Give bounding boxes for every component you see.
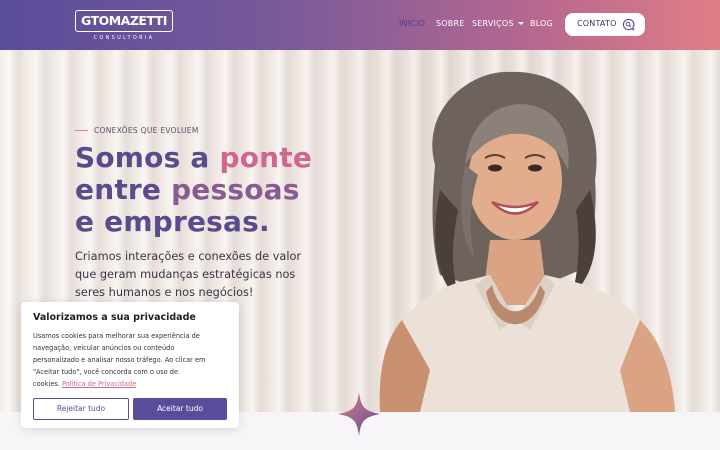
headline-text: entre bbox=[75, 173, 172, 206]
cookie-text-line: personalizado e analisar nosso tráfego. … bbox=[33, 356, 206, 364]
headline-highlight: empresas. bbox=[104, 205, 270, 238]
headline-highlight: ponte bbox=[219, 141, 313, 174]
contact-button-label: CONTATO bbox=[577, 19, 617, 28]
site-header: GTOMAZETTI CONSULTORIA INÍCIO SOBRE SERV… bbox=[0, 0, 720, 50]
sparkle-star-icon bbox=[338, 392, 380, 436]
cookie-description: Usamos cookies para melhorar sua experiê… bbox=[33, 330, 233, 390]
cookie-consent-banner: Valorizamos a sua privacidade Usamos coo… bbox=[21, 302, 239, 428]
subtext-line: que geram mudanças estratégicas nos bbox=[75, 268, 296, 281]
chevron-down-icon bbox=[517, 22, 524, 25]
nav-item-servicos-label: SERVIÇOS bbox=[472, 19, 514, 28]
chat-search-icon bbox=[622, 18, 635, 31]
subtext-line: Criamos interações e conexões de valor bbox=[75, 250, 302, 263]
hero-headline: Somos a ponte entre pessoas e empresas. bbox=[75, 142, 355, 238]
cookie-text-line: cookies. bbox=[33, 380, 63, 388]
nav-item-blog[interactable]: BLOG bbox=[530, 19, 553, 28]
reject-all-button[interactable]: Rejeitar tudo bbox=[33, 398, 129, 420]
hero-subtext: Criamos interações e conexões de valor q… bbox=[75, 248, 305, 302]
privacy-policy-link[interactable]: Política de Privacidade bbox=[62, 380, 136, 388]
logo-tagline: CONSULTORIA bbox=[93, 35, 155, 41]
accept-all-button[interactable]: Aceitar tudo bbox=[133, 398, 227, 420]
logo-wordmark: GTOMAZETTI bbox=[75, 10, 173, 32]
contact-button[interactable]: CONTATO bbox=[565, 13, 645, 36]
cookie-text-line: Usamos cookies para melhorar sua experiê… bbox=[33, 332, 200, 340]
eyebrow-divider bbox=[75, 130, 88, 131]
headline-highlight: pessoas bbox=[171, 173, 300, 206]
subtext-line: seres humanos e nos negócios! bbox=[75, 286, 254, 299]
cookie-text-line: "Aceitar tudo", você concorda com o uso … bbox=[33, 368, 179, 376]
cookie-title: Valorizamos a sua privacidade bbox=[33, 312, 196, 323]
headline-text: e bbox=[75, 205, 105, 238]
hero-eyebrow: CONEXÕES QUE EVOLUEM bbox=[94, 126, 199, 135]
smiling-woman-photo bbox=[379, 71, 675, 412]
cookie-text-line: navegação, veicular anúncios ou conteúdo bbox=[33, 344, 175, 352]
nav-item-inicio[interactable]: INÍCIO bbox=[399, 19, 425, 28]
nav-item-servicos[interactable]: SERVIÇOS bbox=[472, 19, 524, 28]
nav-item-sobre[interactable]: SOBRE bbox=[436, 19, 464, 28]
headline-text: Somos a bbox=[75, 141, 220, 174]
brand-logo[interactable]: GTOMAZETTI CONSULTORIA bbox=[75, 10, 173, 42]
